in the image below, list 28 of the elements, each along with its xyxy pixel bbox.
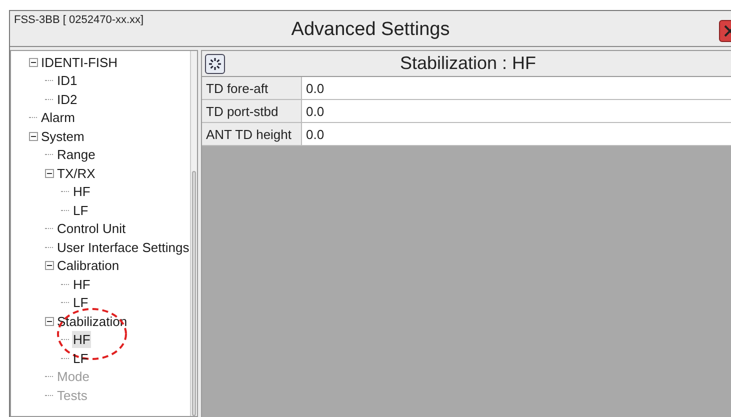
window-title: Advanced Settings [291, 18, 450, 42]
setting-value[interactable]: 0.0 [302, 123, 731, 145]
tree-item[interactable]: Control Unit [56, 220, 127, 238]
tree-item[interactable]: System [40, 128, 86, 145]
tree-item[interactable]: HF [72, 183, 92, 200]
collapse-icon[interactable] [45, 316, 54, 326]
setting-value[interactable]: 0.0 [302, 100, 731, 122]
tree-item[interactable]: ID1 [56, 72, 78, 90]
setting-value[interactable]: 0.0 [302, 77, 731, 99]
tree-item[interactable]: LF [72, 294, 90, 312]
tree-item[interactable]: Calibration [56, 257, 120, 274]
tree-item[interactable]: TX/RX [56, 164, 96, 182]
collapse-icon[interactable] [29, 58, 38, 67]
panel-title: Stabilization : HF [398, 52, 538, 75]
collapse-icon[interactable] [45, 168, 54, 178]
tree-item[interactable]: User Interface Settings [56, 238, 190, 256]
tree-item[interactable]: IDENTI-FISH [40, 54, 119, 71]
tree-item[interactable]: Alarm [40, 109, 76, 126]
refresh-button[interactable] [205, 54, 225, 74]
collapse-icon[interactable] [29, 132, 38, 141]
tree-item[interactable]: HF [72, 276, 92, 293]
tree-item[interactable]: ID2 [56, 90, 78, 108]
collapse-icon[interactable] [45, 261, 54, 270]
tree-item[interactable]: HF [72, 331, 92, 348]
spinner-icon [208, 56, 222, 70]
tree-item[interactable]: Range [56, 146, 96, 164]
tree-item[interactable]: LF [72, 202, 90, 219]
device-label: FSS-3BB [ 0252470-xx.xx] [14, 13, 144, 28]
